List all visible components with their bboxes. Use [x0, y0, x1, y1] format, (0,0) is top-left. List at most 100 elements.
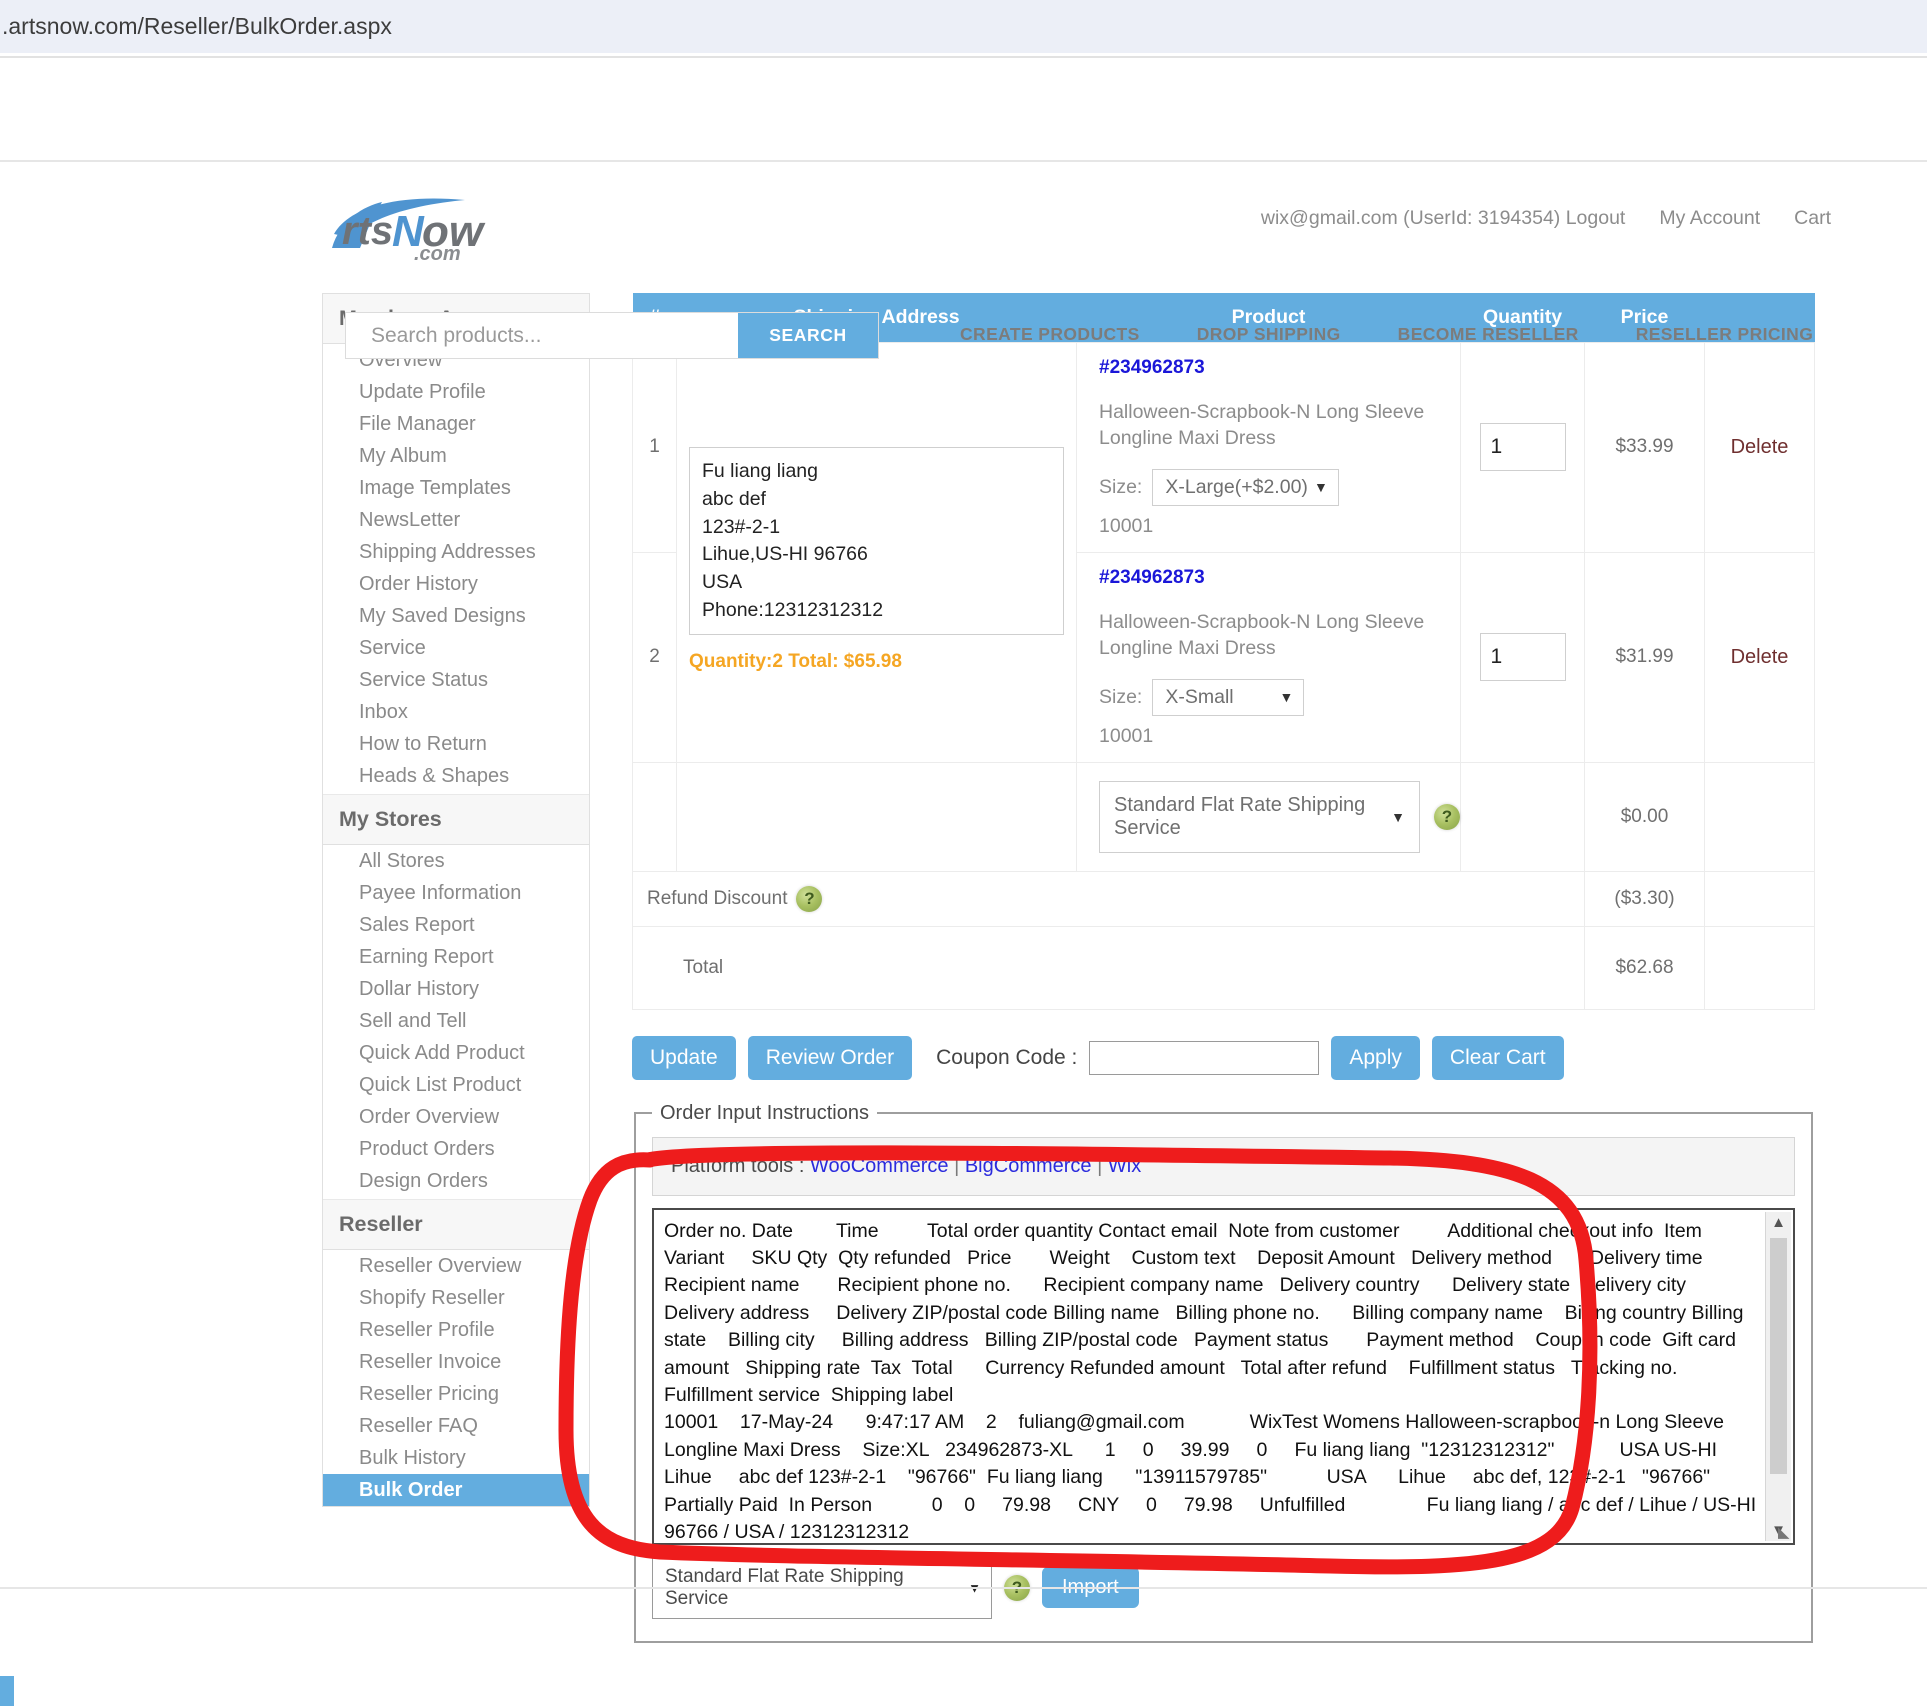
- delete-link-2[interactable]: Delete: [1731, 646, 1789, 668]
- sidebar-item-payee-information[interactable]: Payee Information: [323, 877, 589, 909]
- nav-drop-shipping[interactable]: DROP SHIPPING: [1197, 324, 1341, 345]
- cart-link[interactable]: Cart: [1794, 207, 1831, 230]
- order-input-instructions-fieldset: Order Input Instructions Platform tools …: [634, 1101, 1813, 1643]
- resize-grip-icon[interactable]: ◢: [1778, 1523, 1790, 1541]
- platform-link-wix[interactable]: Wix: [1108, 1155, 1141, 1177]
- scrollbar-thumb[interactable]: [1770, 1237, 1787, 1474]
- nav-become-reseller[interactable]: BECOME RESELLER: [1398, 324, 1579, 345]
- coupon-code-input[interactable]: [1089, 1040, 1320, 1075]
- product-sku-link-1[interactable]: #234962873: [1099, 357, 1460, 379]
- delete-link-1[interactable]: Delete: [1731, 436, 1789, 458]
- textarea-scrollbar[interactable]: ▲ ▼: [1765, 1211, 1791, 1541]
- product-id-2: 10001: [1099, 724, 1154, 747]
- sidebar-item-service-status[interactable]: Service Status: [323, 664, 589, 696]
- shipping-price: $0.00: [1584, 761, 1705, 872]
- shipping-service-value: Standard Flat Rate Shipping Service: [1114, 793, 1366, 839]
- shipping-row-action-spacer: [1704, 761, 1815, 872]
- sidebar-item-my-saved-designs[interactable]: My Saved Designs: [323, 600, 589, 632]
- sidebar-item-sell-and-tell[interactable]: Sell and Tell: [323, 1005, 589, 1037]
- product-cell-2: #234962873 Halloween-Scrapbook-N Long Sl…: [1076, 551, 1461, 763]
- sidebar-item-quick-add-product[interactable]: Quick Add Product: [323, 1037, 589, 1069]
- sidebar-item-reseller-invoice[interactable]: Reseller Invoice: [323, 1346, 589, 1378]
- scroll-up-icon[interactable]: ▲: [1771, 1212, 1786, 1233]
- refund-discount-inner: Refund Discount ?: [647, 885, 1584, 912]
- my-account-link[interactable]: My Account: [1659, 207, 1760, 230]
- sidebar-item-reseller-profile[interactable]: Reseller Profile: [323, 1314, 589, 1346]
- sidebar-item-image-templates[interactable]: Image Templates: [323, 472, 589, 504]
- sidebar-item-newsletter[interactable]: NewsLetter: [323, 504, 589, 536]
- nav-reseller-pricing[interactable]: RESELLER PRICING: [1636, 324, 1814, 345]
- sidebar-item-how-to-return[interactable]: How to Return: [323, 728, 589, 760]
- table-row: 1 Quantity:2 Total: $65.98 #234962873 Ha…: [632, 342, 1815, 763]
- delete-cell-2: Delete: [1704, 551, 1815, 763]
- refund-row-action-spacer: [1704, 870, 1815, 927]
- delete-cell-1: Delete: [1704, 342, 1815, 553]
- browser-url-bar[interactable]: .artsnow.com/Reseller/BulkOrder.aspx: [0, 0, 1927, 53]
- sidebar-item-order-history[interactable]: Order History: [323, 568, 589, 600]
- sidebar-item-reseller-pricing[interactable]: Reseller Pricing: [323, 1378, 589, 1410]
- product-sku-link-2[interactable]: #234962873: [1099, 567, 1460, 589]
- quantity-input-1[interactable]: [1479, 423, 1566, 472]
- sidebar-item-order-overview[interactable]: Order Overview: [323, 1101, 589, 1133]
- sidebar-item-design-orders[interactable]: Design Orders: [323, 1165, 589, 1197]
- clear-cart-button[interactable]: Clear Cart: [1431, 1035, 1564, 1080]
- price-cell-1: $33.99: [1584, 342, 1705, 553]
- nav-create-products[interactable]: CREATE PRODUCTS: [960, 324, 1140, 345]
- coupon-code-label: Coupon Code :: [936, 1045, 1078, 1069]
- platform-link-woocommerce[interactable]: WooCommerce: [810, 1155, 949, 1177]
- size-label-1: Size:: [1099, 475, 1143, 498]
- sidebar-item-earning-report[interactable]: Earning Report: [323, 941, 589, 973]
- sidebar-item-my-album[interactable]: My Album: [323, 440, 589, 472]
- sidebar-item-shipping-addresses[interactable]: Shipping Addresses: [323, 536, 589, 568]
- platform-separator-1: |: [954, 1154, 960, 1177]
- platform-tools-bar: Platform tools : WooCommerce | BigCommer…: [652, 1136, 1795, 1196]
- sidebar-item-shopify-reseller[interactable]: Shopify Reseller: [323, 1282, 589, 1314]
- sidebar-item-bulk-order[interactable]: Bulk Order: [323, 1474, 589, 1506]
- review-order-button[interactable]: Review Order: [747, 1035, 913, 1080]
- sidebar-item-quick-list-product[interactable]: Quick List Product: [323, 1069, 589, 1101]
- sidebar-item-service[interactable]: Service: [323, 632, 589, 664]
- update-button[interactable]: Update: [632, 1035, 736, 1080]
- site-header: rts N ow .com wix@gmail.com (UserId: 319…: [0, 58, 1927, 359]
- sidebar-group-members-area: Members Area Overview Update Profile Fil…: [323, 294, 589, 795]
- product-name-2: Halloween-Scrapbook-N Long Sleeve Longli…: [1099, 610, 1425, 659]
- help-icon[interactable]: ?: [1434, 803, 1460, 830]
- product-size-row-2: Size: X-Small ▼: [1099, 678, 1460, 716]
- sidebar-item-file-manager[interactable]: File Manager: [323, 408, 589, 440]
- size-select-1[interactable]: X-Large(+$2.00) ▼: [1152, 468, 1339, 506]
- size-select-2[interactable]: X-Small ▼: [1152, 678, 1305, 716]
- svg-text:.com: .com: [414, 243, 461, 262]
- sidebar-item-bulk-history[interactable]: Bulk History: [323, 1442, 589, 1474]
- sidebar-item-inbox[interactable]: Inbox: [323, 696, 589, 728]
- sidebar-item-heads-and-shapes[interactable]: Heads & Shapes: [323, 760, 589, 792]
- shipping-service-select[interactable]: Standard Flat Rate Shipping Service ▼: [1099, 780, 1420, 853]
- search-button[interactable]: SEARCH: [738, 313, 878, 358]
- row-index-2: 2: [632, 551, 677, 763]
- account-bar: wix@gmail.com (UserId: 3194354) Logout M…: [1261, 207, 1831, 230]
- search-input[interactable]: [346, 313, 738, 358]
- total-amount: $62.68: [1584, 925, 1705, 1010]
- order-input-textarea[interactable]: [654, 1209, 1793, 1543]
- shipping-service-row-inner: Standard Flat Rate Shipping Service ▼ ?: [1099, 780, 1460, 853]
- product-id-1: 10001: [1099, 514, 1154, 537]
- sidebar-group-reseller: Reseller Reseller Overview Shopify Resel…: [323, 1200, 589, 1506]
- sidebar-item-all-stores[interactable]: All Stores: [323, 845, 589, 877]
- sidebar-item-product-orders[interactable]: Product Orders: [323, 1133, 589, 1165]
- platform-link-bigcommerce[interactable]: BigCommerce: [965, 1155, 1092, 1177]
- sidebar-item-sales-report[interactable]: Sales Report: [323, 909, 589, 941]
- shipping-address-textarea[interactable]: [689, 447, 1064, 636]
- help-icon[interactable]: ?: [796, 885, 823, 912]
- sidebar-item-reseller-faq[interactable]: Reseller FAQ: [323, 1410, 589, 1442]
- quantity-input-2[interactable]: [1479, 633, 1566, 682]
- refund-discount-label: Refund Discount: [647, 887, 788, 909]
- product-search: SEARCH: [345, 312, 879, 359]
- sidebar-heading-reseller: Reseller: [323, 1200, 589, 1250]
- platform-separator-2: |: [1097, 1154, 1103, 1177]
- apply-coupon-button[interactable]: Apply: [1331, 1035, 1420, 1080]
- sidebar-item-update-profile[interactable]: Update Profile: [323, 376, 589, 408]
- sidebar-item-reseller-overview[interactable]: Reseller Overview: [323, 1250, 589, 1282]
- size-label-2: Size:: [1099, 685, 1143, 708]
- user-logout-link[interactable]: wix@gmail.com (UserId: 3194354) Logout: [1261, 207, 1625, 230]
- artsnow-logo[interactable]: rts N ow .com: [330, 186, 590, 262]
- sidebar-item-dollar-history[interactable]: Dollar History: [323, 973, 589, 1005]
